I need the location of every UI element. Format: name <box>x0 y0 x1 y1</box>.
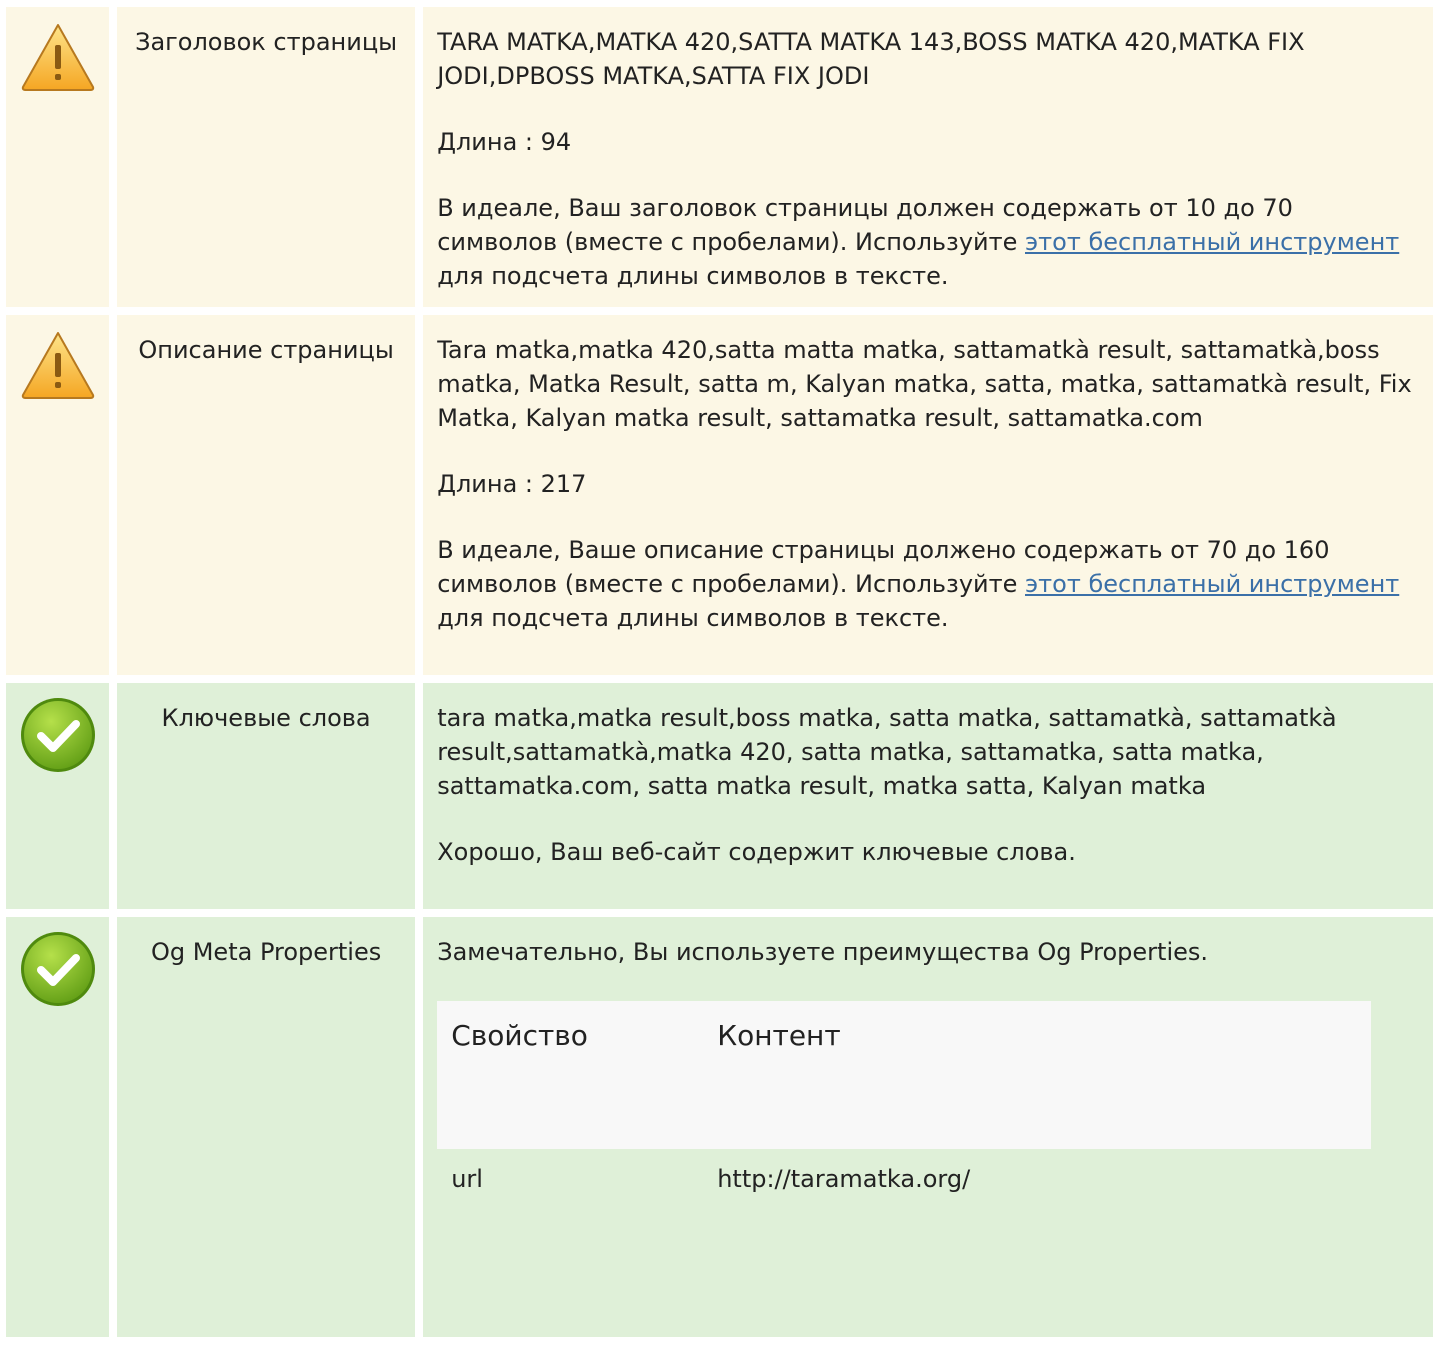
description-advice: В идеале, Ваше описание страницы должено… <box>437 533 1419 635</box>
check-value: Замечательно, Вы используете преимуществ… <box>423 917 1433 1337</box>
description-text: Tara matka,matka 420,satta matta matka, … <box>437 336 1412 432</box>
free-tool-link[interactable]: этот бесплатный инструмент <box>1025 228 1399 256</box>
description-length: Длина : 217 <box>437 470 587 498</box>
warning-icon <box>21 24 94 91</box>
check-value: tara matka,matka result,boss matka, satt… <box>423 683 1433 909</box>
title-length: Длина : 94 <box>437 128 572 156</box>
check-name: Og Meta Properties <box>117 917 416 1337</box>
check-name: Описание страницы <box>117 315 416 675</box>
column-header-property: Свойство <box>437 1001 704 1149</box>
check-value: TARA MATKA,MATKA 420,SATTA MATKA 143,BOS… <box>423 7 1433 307</box>
free-tool-link[interactable]: этот бесплатный инструмент <box>1025 570 1399 598</box>
og-message: Замечательно, Вы используете преимуществ… <box>437 938 1209 966</box>
keywords-message: Хорошо, Ваш веб-сайт содержит ключевые с… <box>437 838 1076 866</box>
title-text: TARA MATKA,MATKA 420,SATTA MATKA 143,BOS… <box>437 28 1305 90</box>
og-properties-row: Og Meta Properties Замечательно, Вы испо… <box>6 917 1433 1337</box>
advice-text-end: для подсчета длины символов в тексте. <box>437 262 949 290</box>
table-row: url http://taramatka.org/ <box>437 1149 1372 1209</box>
keywords-text: tara matka,matka result,boss matka, satt… <box>437 704 1337 800</box>
title-row: Заголовок страницы TARA MATKA,MATKA 420,… <box>6 7 1433 307</box>
status-cell <box>6 683 109 909</box>
check-name: Ключевые слова <box>117 683 416 909</box>
check-value: Tara matka,matka 420,satta matta matka, … <box>423 315 1433 675</box>
keywords-row: Ключевые слова tara matka,matka result,b… <box>6 683 1433 909</box>
title-advice: В идеале, Ваш заголовок страницы должен … <box>437 191 1419 293</box>
status-cell <box>6 7 109 307</box>
status-cell <box>6 917 109 1337</box>
check-icon <box>20 932 95 1006</box>
description-row: Описание страницы Tara matka,matka 420,s… <box>6 315 1433 675</box>
og-table-header: Свойство Контент <box>437 1001 1372 1149</box>
og-property: url <box>437 1149 704 1209</box>
warning-icon <box>21 332 94 399</box>
og-content: http://taramatka.org/ <box>703 1149 1372 1209</box>
advice-text-end: для подсчета длины символов в тексте. <box>437 604 949 632</box>
og-properties-table: Свойство Контент url http://taramatka.or… <box>437 1001 1372 1209</box>
check-icon <box>20 698 95 772</box>
seo-report-table: Заголовок страницы TARA MATKA,MATKA 420,… <box>0 0 1441 1345</box>
status-cell <box>6 315 109 675</box>
check-name: Заголовок страницы <box>117 7 416 307</box>
column-header-content: Контент <box>703 1001 1372 1149</box>
